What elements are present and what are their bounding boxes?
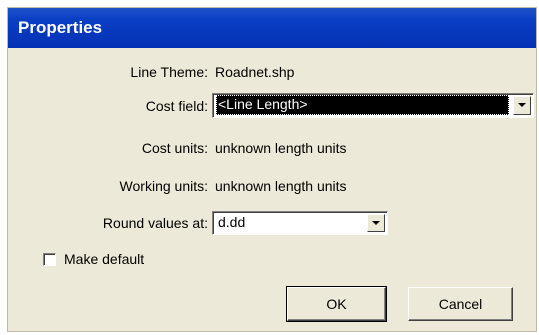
round-values-dropdown-button[interactable]	[367, 214, 385, 232]
cost-field-label: Cost field:	[145, 98, 208, 114]
round-values-label: Round values at:	[102, 215, 208, 231]
chevron-down-icon	[372, 221, 380, 225]
cost-field-selected-value: <Line Length>	[216, 95, 509, 115]
line-theme-value: Roadnet.shp	[215, 64, 295, 80]
cost-units-label: Cost units:	[141, 140, 208, 156]
cost-field-dropdown-button[interactable]	[513, 96, 531, 115]
round-values-select[interactable]: d.dd	[212, 211, 388, 235]
round-values-selected-value: d.dd	[218, 214, 246, 230]
line-theme-label: Line Theme:	[130, 64, 208, 80]
cost-units-value: unknown length units	[215, 140, 347, 156]
working-units-value: unknown length units	[215, 178, 347, 194]
make-default-checkbox[interactable]	[43, 253, 56, 266]
make-default-label[interactable]: Make default	[64, 251, 144, 267]
cancel-button[interactable]: Cancel	[408, 287, 513, 321]
chevron-down-icon	[518, 103, 526, 107]
working-units-label: Working units:	[119, 178, 208, 194]
title-bar[interactable]: Properties	[8, 8, 536, 48]
cost-field-select[interactable]: <Line Length>	[212, 93, 534, 118]
window-title: Properties	[18, 18, 103, 37]
properties-dialog: Properties Line Theme: Roadnet.shp Cost …	[7, 7, 537, 332]
ok-button[interactable]: OK	[286, 286, 387, 322]
